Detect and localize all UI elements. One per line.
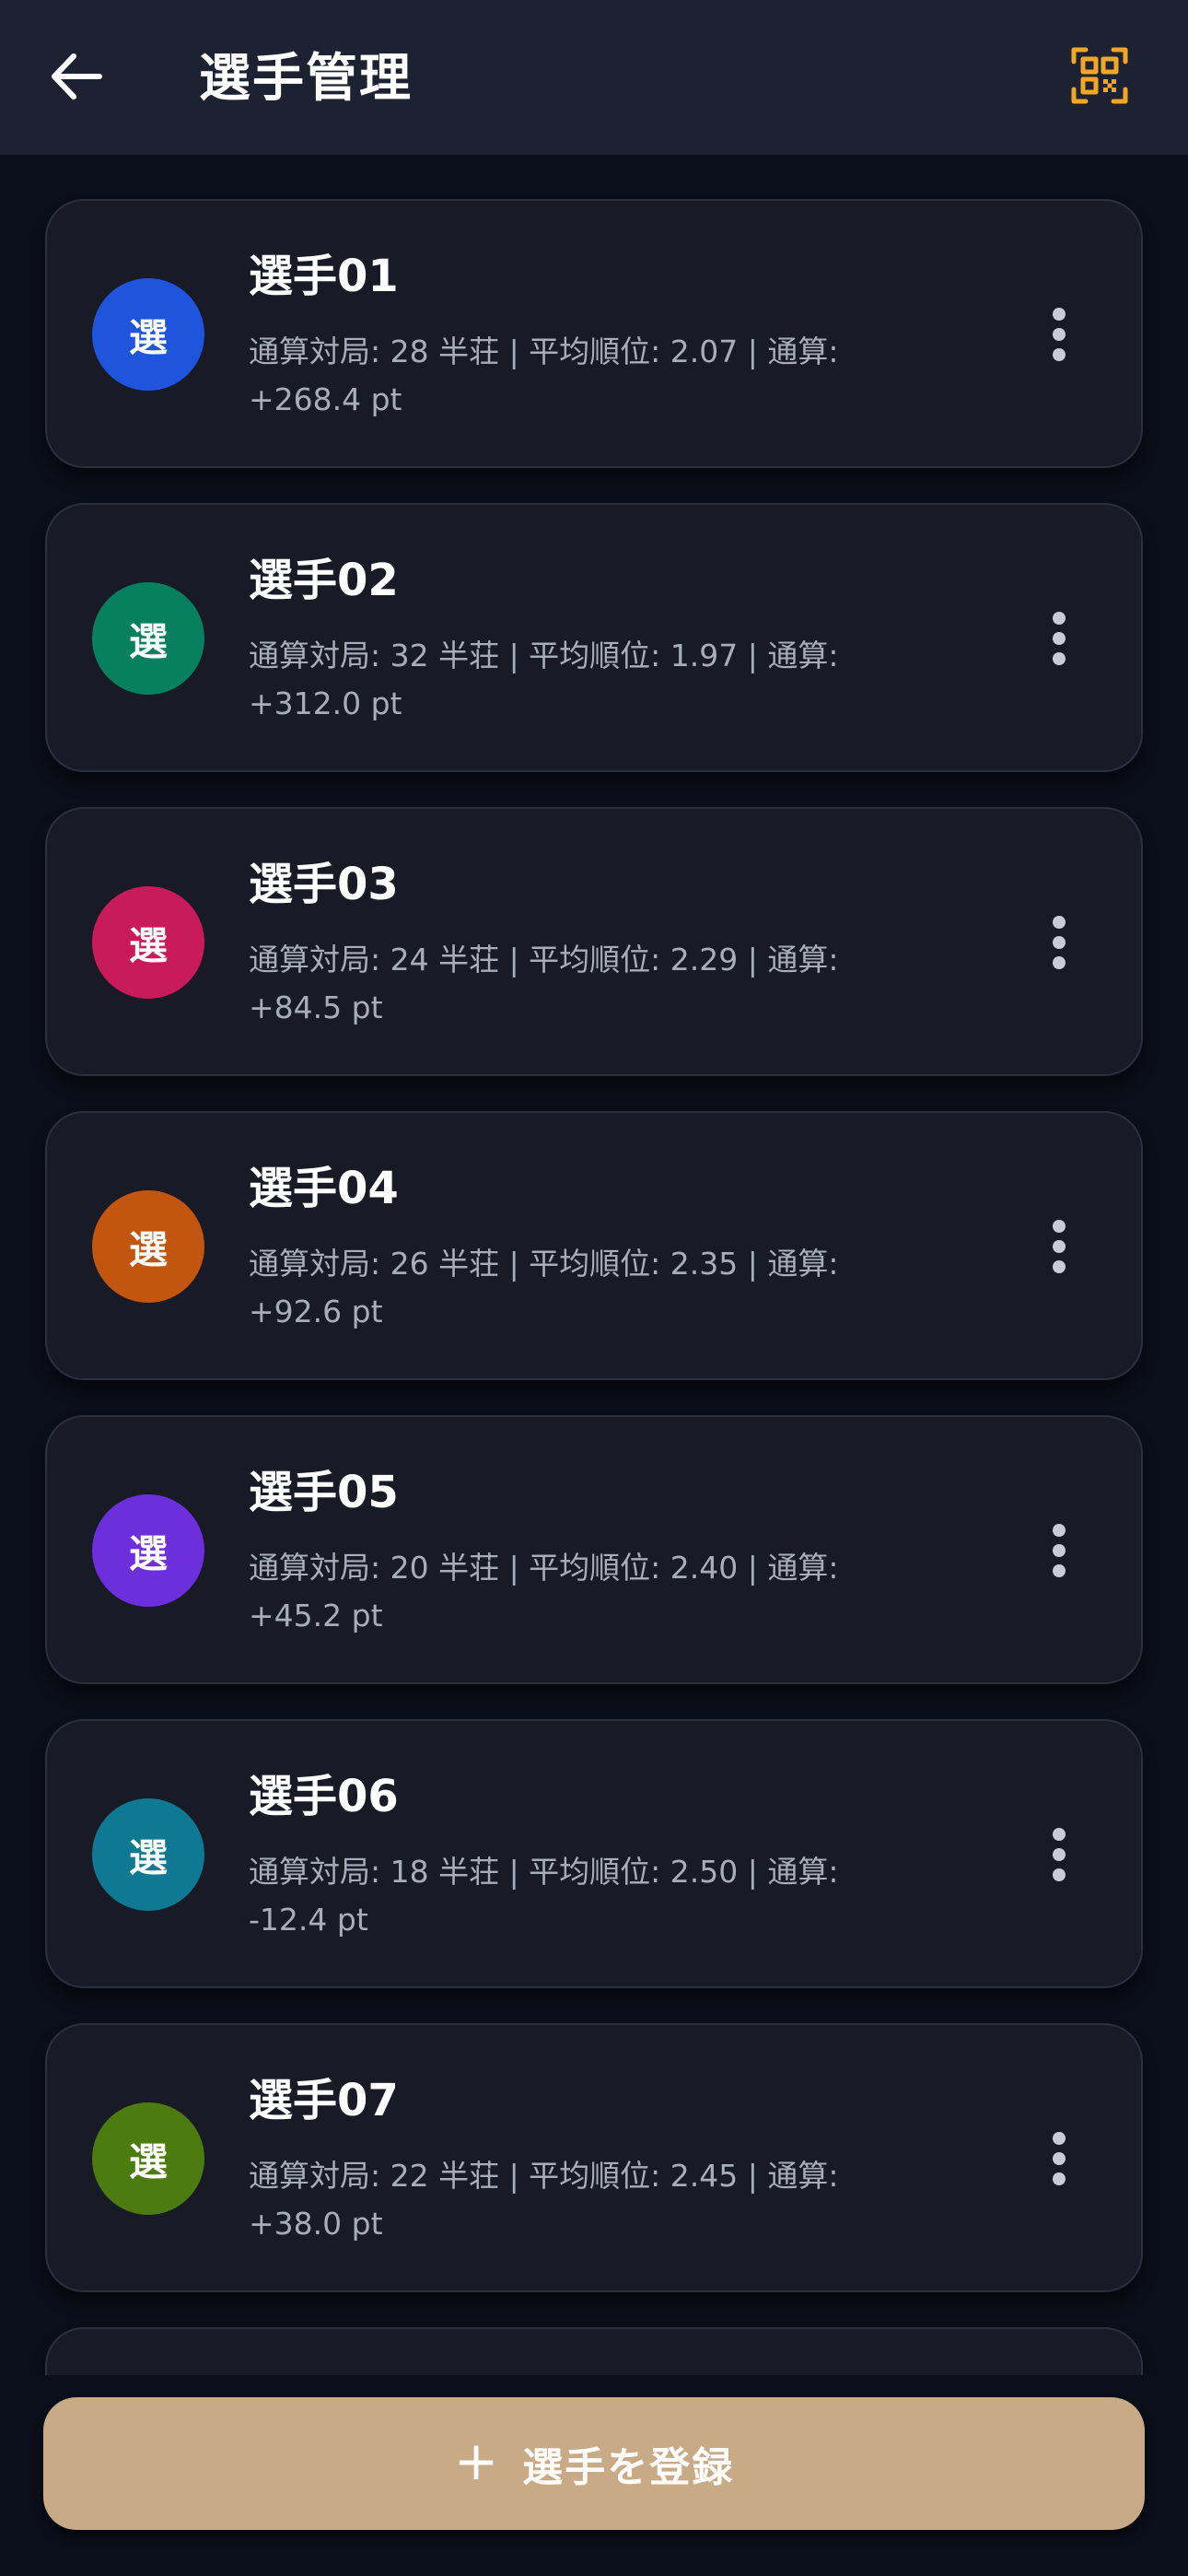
more-vertical-icon[interactable]: [1018, 1813, 1101, 1896]
player-stats-line1: 通算対局: 24 半荘 | 平均順位: 2.29 | 通算:: [249, 942, 839, 978]
player-card[interactable]: 選 選手07 通算対局: 22 半荘 | 平均順位: 2.45 | 通算: +3…: [45, 2023, 1143, 2292]
player-points: +92.6 pt: [249, 1294, 383, 1329]
player-name: 選手07: [249, 2075, 399, 2126]
player-avatar: 選: [92, 1190, 204, 1303]
player-avatar: 選: [92, 278, 204, 391]
player-name: 選手05: [249, 1467, 399, 1518]
player-stats: 通算対局: 24 半荘 | 平均順位: 2.29 | 通算: +84.5 pt: [249, 936, 949, 1032]
player-avatar: 選: [92, 2102, 204, 2215]
more-vertical-icon[interactable]: [1018, 597, 1101, 680]
player-card[interactable]: 選 選手06 通算対局: 18 半荘 | 平均順位: 2.50 | 通算: -1…: [45, 1719, 1143, 1988]
register-player-button[interactable]: + 選手を登録: [43, 2397, 1145, 2530]
register-player-label: 選手を登録: [522, 2444, 735, 2491]
more-vertical-icon[interactable]: [1018, 2117, 1101, 2200]
player-stats: 通算対局: 32 半荘 | 平均順位: 1.97 | 通算: +312.0 pt: [249, 632, 949, 728]
player-stats-line1: 通算対局: 32 半荘 | 平均順位: 1.97 | 通算:: [249, 638, 839, 673]
more-vertical-icon[interactable]: [1018, 293, 1101, 376]
qr-scan-button[interactable]: [1061, 39, 1138, 116]
player-stats: 通算対局: 26 半荘 | 平均順位: 2.35 | 通算: +92.6 pt: [249, 1240, 949, 1336]
player-stats: 通算対局: 22 半荘 | 平均順位: 2.45 | 通算: +38.0 pt: [249, 2152, 949, 2248]
player-name: 選手02: [249, 555, 399, 606]
player-card-partial[interactable]: [45, 2327, 1143, 2375]
player-avatar: 選: [92, 1494, 204, 1607]
back-button[interactable]: [37, 39, 116, 118]
player-card[interactable]: 選 選手03 通算対局: 24 半荘 | 平均順位: 2.29 | 通算: +8…: [45, 807, 1143, 1076]
player-name: 選手03: [249, 859, 399, 910]
page-title: 選手管理: [199, 49, 413, 109]
player-stats-line1: 通算対局: 28 半荘 | 平均順位: 2.07 | 通算:: [249, 334, 839, 369]
player-stats: 通算対局: 18 半荘 | 平均順位: 2.50 | 通算: -12.4 pt: [249, 1848, 949, 1944]
player-name: 選手06: [249, 1771, 399, 1822]
player-stats-line1: 通算対局: 26 半荘 | 平均順位: 2.35 | 通算:: [249, 1246, 839, 1282]
app-root: 選手管理 選 選手01 通算対局: 28 半荘 | 平均順位: 2.07 | 通…: [0, 0, 1188, 2576]
player-card[interactable]: 選 選手05 通算対局: 20 半荘 | 平均順位: 2.40 | 通算: +4…: [45, 1415, 1143, 1684]
player-points: -12.4 pt: [249, 1902, 368, 1938]
player-name: 選手04: [249, 1163, 399, 1214]
app-header: 選手管理: [0, 0, 1188, 155]
more-vertical-icon[interactable]: [1018, 901, 1101, 984]
player-avatar: 選: [92, 886, 204, 999]
player-points: +38.0 pt: [249, 2206, 383, 2242]
player-stats: 通算対局: 28 半荘 | 平均順位: 2.07 | 通算: +268.4 pt: [249, 328, 949, 424]
more-vertical-icon[interactable]: [1018, 1509, 1101, 1592]
player-card[interactable]: 選 選手04 通算対局: 26 半荘 | 平均順位: 2.35 | 通算: +9…: [45, 1111, 1143, 1380]
qr-code-icon: [1071, 47, 1128, 108]
player-points: +84.5 pt: [249, 989, 383, 1025]
player-points: +312.0 pt: [249, 685, 402, 721]
player-points: +45.2 pt: [249, 1598, 383, 1633]
player-stats-line1: 通算対局: 22 半荘 | 平均順位: 2.45 | 通算:: [249, 2158, 839, 2194]
player-stats: 通算対局: 20 半荘 | 平均順位: 2.40 | 通算: +45.2 pt: [249, 1544, 949, 1640]
player-avatar: 選: [92, 582, 204, 695]
player-list: 選 選手01 通算対局: 28 半荘 | 平均順位: 2.07 | 通算: +2…: [0, 155, 1188, 2375]
plus-icon: +: [453, 2430, 499, 2492]
player-stats-line1: 通算対局: 18 半荘 | 平均順位: 2.50 | 通算:: [249, 1854, 839, 1890]
player-card[interactable]: 選 選手01 通算対局: 28 半荘 | 平均順位: 2.07 | 通算: +2…: [45, 199, 1143, 468]
player-avatar: 選: [92, 1798, 204, 1911]
more-vertical-icon[interactable]: [1018, 1205, 1101, 1288]
arrow-left-icon: [50, 53, 103, 104]
player-card[interactable]: 選 選手02 通算対局: 32 半荘 | 平均順位: 1.97 | 通算: +3…: [45, 503, 1143, 772]
player-points: +268.4 pt: [249, 381, 402, 417]
player-name: 選手01: [249, 251, 399, 302]
player-stats-line1: 通算対局: 20 半荘 | 平均順位: 2.40 | 通算:: [249, 1550, 839, 1586]
